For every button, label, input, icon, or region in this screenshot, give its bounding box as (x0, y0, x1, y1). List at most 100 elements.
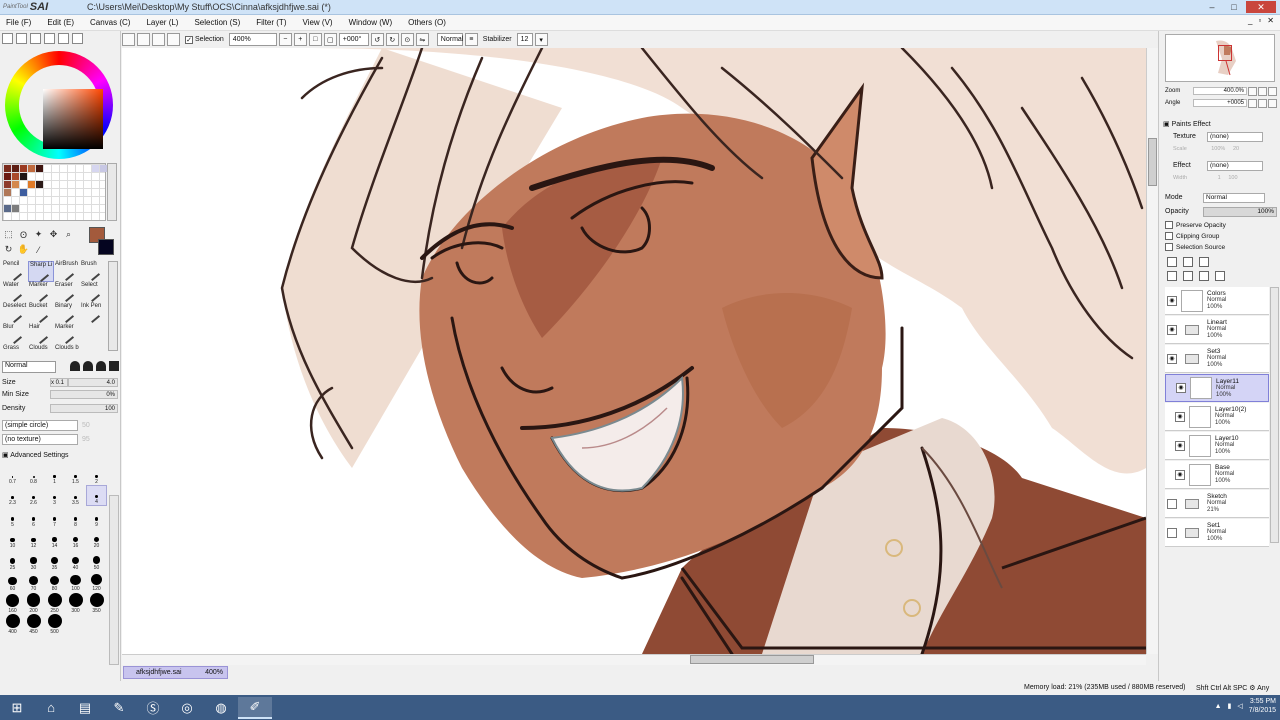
selection-source-checkbox[interactable] (1165, 243, 1173, 251)
tool-water[interactable]: Water (2, 282, 28, 303)
size-slider[interactable]: 4.0 (68, 378, 118, 387)
document-tab[interactable]: afksjdhfjwe.sai 400% (123, 666, 228, 679)
menu-edit[interactable]: Edit (E) (47, 18, 74, 27)
hand-tool-icon[interactable]: ✋ (17, 243, 30, 256)
eyedropper-icon[interactable]: ⁄ (32, 243, 45, 256)
tool-select[interactable]: Select (80, 282, 106, 303)
brush-size-cell[interactable]: 6 (23, 506, 44, 528)
brush-size-cell[interactable]: 400 (2, 614, 23, 635)
brush-size-cell[interactable]: 16 (65, 528, 86, 549)
tool-brush[interactable]: Brush (80, 261, 106, 282)
tool-pencil[interactable]: Pencil (2, 261, 28, 282)
tool-sharp-line[interactable]: Sharp Li (28, 261, 54, 283)
angle-field[interactable]: +000° (338, 33, 369, 46)
menu-selection[interactable]: Selection (S) (194, 18, 240, 27)
volume-icon[interactable]: ◁ (1237, 702, 1242, 710)
merge-down-icon[interactable] (1183, 271, 1193, 281)
brush-size-cell[interactable]: 30 (23, 549, 44, 571)
nav-zoom-in-icon[interactable] (1258, 86, 1267, 96)
rotate-tool-icon[interactable]: ↻ (2, 243, 15, 256)
layer-item-sketch[interactable]: Sketch Normal 21% (1165, 490, 1269, 518)
globe-icon[interactable]: ◍ (204, 697, 238, 719)
stabilizer-dropdown-icon[interactable]: ▾ (534, 33, 548, 46)
brush-size-cell[interactable]: 100 (65, 571, 86, 592)
menu-view[interactable]: View (V) (302, 18, 332, 27)
palette-tab-icon[interactable] (72, 33, 83, 44)
lasso-icon[interactable]: ʘ (17, 228, 30, 241)
visibility-eye-icon[interactable]: ◉ (1175, 411, 1185, 422)
system-clock[interactable]: 3:55 PM 7/8/2015 (1249, 697, 1276, 715)
tool-scrollbar[interactable] (108, 261, 118, 351)
layer-item-layer10-2[interactable]: ◉ Layer10(2) Normal 100% (1165, 403, 1269, 431)
selection-mode-icon[interactable] (167, 33, 180, 46)
visibility-eye-icon[interactable] (1167, 498, 1177, 509)
brush-size-cell[interactable]: 40 (65, 549, 86, 571)
zoom-tool-icon[interactable]: ⌕ (62, 228, 75, 241)
brush-mode-select[interactable]: Normal (2, 361, 56, 373)
brush-size-cell[interactable]: 12 (23, 528, 44, 549)
background-color[interactable] (98, 239, 114, 255)
nav-zoom-out-icon[interactable] (1248, 86, 1257, 96)
brush-size-cell[interactable]: 70 (23, 571, 44, 592)
brush-size-cell[interactable]: 25 (2, 549, 23, 571)
paints-effect-header[interactable]: ▣ Paints Effect (1163, 120, 1211, 128)
tool-ink-pen[interactable]: Ink Pen (80, 303, 106, 324)
select-all-icon[interactable] (122, 33, 135, 46)
brush-size-cell[interactable]: 500 (44, 614, 65, 635)
start-button-icon[interactable]: ⊞ (0, 697, 34, 719)
brush-texture-select[interactable]: (no texture) (2, 434, 78, 445)
brush-size-cell[interactable]: 1 (44, 463, 65, 485)
brush-edge-hard-icon[interactable] (96, 361, 106, 371)
menu-layer[interactable]: Layer (L) (146, 18, 178, 27)
color-wheel-tab-icon[interactable] (2, 33, 13, 44)
tool-hair[interactable]: Hair (28, 324, 54, 345)
brush-size-cell[interactable]: 5 (2, 506, 23, 528)
brush-size-cell[interactable]: 0.7 (2, 463, 23, 485)
brush-size-cell[interactable]: 3 (44, 485, 65, 506)
doc-minimize-icon[interactable]: _ (1248, 16, 1252, 25)
clear-layer-icon[interactable] (1199, 271, 1209, 281)
navigator-view-frame[interactable] (1218, 45, 1232, 61)
tool-marker[interactable]: Marker (28, 282, 54, 303)
vertical-scroll-thumb[interactable] (1148, 138, 1157, 186)
hsv-slider-tab-icon[interactable] (30, 33, 41, 44)
tool-binary[interactable]: Binary (54, 303, 80, 324)
layer-opacity-slider[interactable]: 100% (1203, 207, 1277, 217)
brush-size-cell[interactable]: 35 (44, 549, 65, 571)
brush-edge-soft-icon[interactable] (70, 361, 80, 371)
brush-size-cell[interactable]: 350 (86, 592, 107, 614)
brush-size-cell[interactable]: 80 (44, 571, 65, 592)
nav-rotate-reset-icon[interactable] (1268, 98, 1277, 108)
brush-size-cell[interactable]: 450 (23, 614, 44, 635)
maximize-button[interactable]: □ (1224, 1, 1244, 13)
doc-restore-icon[interactable]: ▫ (1258, 16, 1261, 25)
min-size-slider[interactable]: 0% (50, 390, 118, 399)
brush-size-cell[interactable]: 1.5 (65, 463, 86, 485)
effect-select[interactable]: (none) (1207, 161, 1263, 171)
brush-size-cell[interactable]: 50 (86, 549, 107, 571)
file-explorer-icon[interactable]: ▤ (68, 697, 102, 719)
brush-size-cell[interactable]: 10 (2, 528, 23, 549)
home-icon[interactable]: ⌂ (34, 697, 68, 719)
nav-angle-slider[interactable]: +0005 (1193, 99, 1247, 107)
rgb-slider-tab-icon[interactable] (16, 33, 27, 44)
canvas-horizontal-scrollbar[interactable] (122, 654, 1146, 665)
blend-mode-select[interactable]: Normal (436, 33, 463, 46)
brush-size-cell[interactable]: 3.5 (65, 485, 86, 506)
nav-rotate-left-icon[interactable] (1248, 98, 1257, 108)
brush-size-cell[interactable]: 7 (44, 506, 65, 528)
nav-zoom-reset-icon[interactable] (1268, 86, 1277, 96)
stabilizer-icon[interactable]: ≡ (464, 33, 478, 46)
doc-close-icon[interactable]: ✕ (1267, 16, 1274, 25)
tool-airbrush[interactable]: AirBrush (54, 261, 80, 282)
skype-icon[interactable]: Ⓢ (136, 697, 170, 719)
rotate-left-icon[interactable]: ↺ (370, 33, 384, 46)
layer-mode-select[interactable]: Normal (1203, 193, 1265, 203)
selection-checkbox[interactable]: ✓ (185, 35, 193, 44)
menu-canvas[interactable]: Canvas (C) (90, 18, 130, 27)
brush-shape-select[interactable]: (simple circle) (2, 420, 78, 431)
brush-size-cell[interactable]: 0.8 (23, 463, 44, 485)
move-icon[interactable]: ✥ (47, 228, 60, 241)
close-button[interactable]: ✕ (1246, 1, 1276, 13)
menu-window[interactable]: Window (W) (349, 18, 393, 27)
